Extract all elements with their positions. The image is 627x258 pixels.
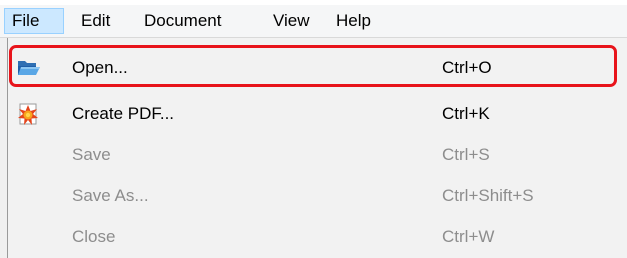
menu-edit[interactable]: Edit [74,8,117,34]
menu-document[interactable]: Document [137,8,228,34]
menu-item-label: Save [72,145,111,164]
menu-view[interactable]: View [266,8,317,34]
menu-item-shortcut: Ctrl+O [442,58,492,77]
menu-item-label: Save As... [72,186,149,205]
menu-item-shortcut: Ctrl+S [442,145,490,164]
menu-item-create-pdf[interactable]: Create PDF... Ctrl+K [8,94,627,134]
menu-file[interactable]: File [4,8,64,34]
menu-item-shortcut: Ctrl+K [442,104,490,123]
menu-item-save[interactable]: Save Ctrl+S [8,135,627,175]
file-dropdown-menu: Open... Ctrl+O Create PDF... Ctrl+K Save… [7,38,627,258]
create-pdf-icon [17,103,41,125]
menu-item-label: Create PDF... [72,104,175,123]
menu-item-save-as[interactable]: Save As... Ctrl+Shift+S [8,176,627,216]
menu-item-label: Open... [72,58,128,77]
menu-item-open[interactable]: Open... Ctrl+O [8,48,627,88]
menu-help[interactable]: Help [329,8,378,34]
folder-open-icon [17,57,41,79]
menu-item-close[interactable]: Close Ctrl+W [8,217,627,257]
menu-item-label: Close [72,227,116,246]
menu-bar: File Edit Document View Help [0,5,627,38]
menu-item-shortcut: Ctrl+Shift+S [442,186,534,205]
menu-item-shortcut: Ctrl+W [442,227,495,246]
